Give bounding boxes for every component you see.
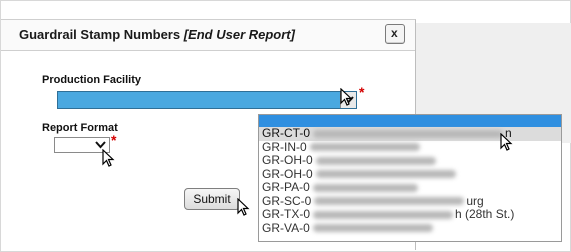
production-facility-select[interactable] xyxy=(57,91,357,109)
list-item[interactable]: GR-VA-0 xyxy=(259,221,561,236)
report-format-select[interactable] xyxy=(54,137,110,153)
close-button[interactable]: x xyxy=(385,24,405,44)
chevron-down-icon xyxy=(95,141,106,149)
redacted-text xyxy=(314,197,465,206)
redacted-text xyxy=(315,156,436,165)
facility-dropdown-list[interactable]: GR-CT-0 n GR-IN-0 GR-OH-0 GR-OH-0 GR-PA-0… xyxy=(258,114,562,242)
list-item[interactable]: GR-TX-0 h (28th St.) xyxy=(259,207,561,222)
redacted-text xyxy=(309,143,420,152)
production-facility-label: Production Facility xyxy=(42,74,142,86)
redacted-text xyxy=(312,183,418,192)
list-item[interactable]: GR-CT-0 n xyxy=(259,126,561,141)
list-item[interactable]: GR-OH-0 xyxy=(259,167,561,182)
redacted-text xyxy=(313,210,453,219)
screenshot-frame: Guardrail Stamp Numbers [End User Report… xyxy=(0,0,571,252)
dialog-title-suffix: [End User Report] xyxy=(183,27,295,42)
facility-dropdown-button[interactable] xyxy=(340,92,356,108)
redacted-text xyxy=(312,224,433,233)
dialog-title: Guardrail Stamp Numbers [End User Report… xyxy=(19,27,295,42)
dialog-titlebar: Guardrail Stamp Numbers [End User Report… xyxy=(1,20,415,51)
list-item[interactable]: GR-SC-0 urg xyxy=(259,194,561,209)
chevron-down-icon xyxy=(343,96,354,104)
facility-required-mark: * xyxy=(359,84,365,100)
close-icon: x xyxy=(391,26,398,40)
format-required-mark: * xyxy=(111,132,117,148)
list-item[interactable]: GR-PA-0 xyxy=(259,180,561,195)
redacted-text xyxy=(315,170,456,179)
dialog-title-text: Guardrail Stamp Numbers xyxy=(19,27,181,42)
list-item[interactable]: GR-OH-0 xyxy=(259,153,561,168)
list-item[interactable]: GR-IN-0 xyxy=(259,140,561,155)
redacted-text xyxy=(313,129,503,138)
submit-button[interactable]: Submit xyxy=(184,188,240,210)
report-format-label: Report Format xyxy=(42,122,118,134)
